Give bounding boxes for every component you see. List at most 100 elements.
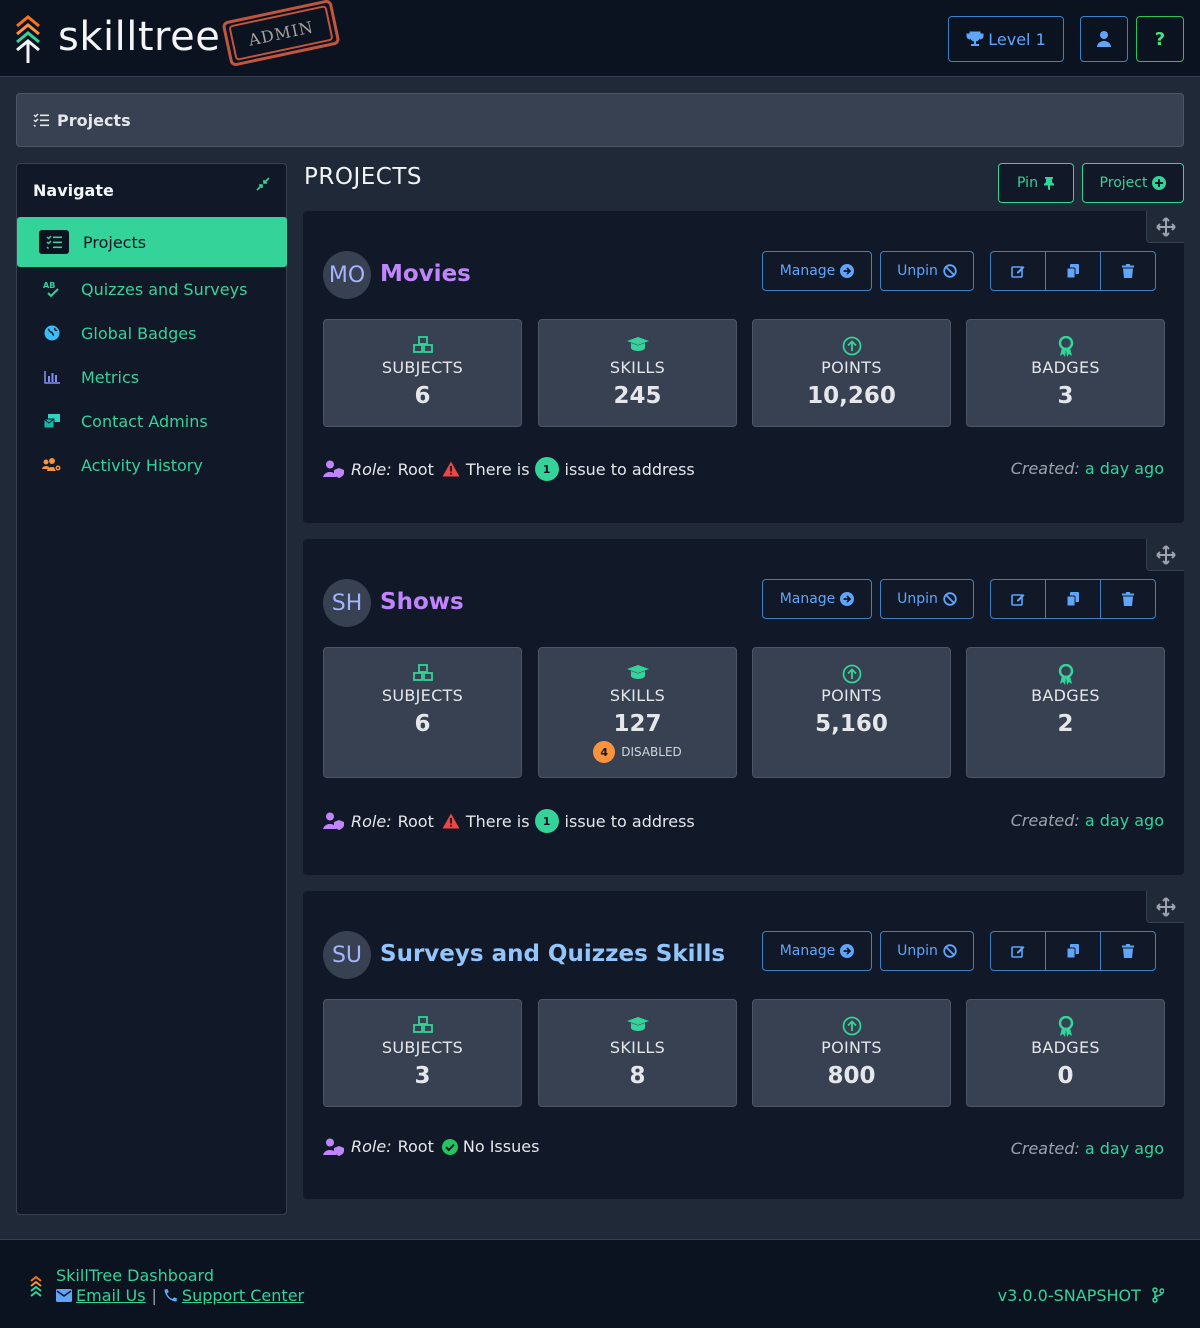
user-button[interactable] xyxy=(1080,16,1128,62)
delete-button[interactable] xyxy=(1101,580,1155,618)
unpin-button[interactable]: Unpin xyxy=(880,931,974,971)
project-name[interactable]: Movies xyxy=(380,261,471,287)
stat-label: SKILLS xyxy=(609,686,666,705)
award-icon xyxy=(967,664,1164,685)
plus-circle-icon xyxy=(1152,176,1167,190)
sidebar-item-label: Global Badges xyxy=(81,323,197,343)
copy-button[interactable] xyxy=(1046,932,1101,970)
sidebar-item-projects[interactable]: Projects xyxy=(17,217,287,267)
drag-handle-icon[interactable] xyxy=(1146,891,1184,923)
users-cog-icon xyxy=(41,454,63,476)
thumbtack-icon xyxy=(1043,177,1054,190)
drag-handle-icon[interactable] xyxy=(1146,211,1184,243)
edit-button[interactable] xyxy=(991,932,1046,970)
breadcrumb: Projects xyxy=(16,93,1184,147)
project-name[interactable]: Shows xyxy=(380,589,464,615)
spellcheck-icon: AB xyxy=(41,278,63,300)
email-us-link[interactable]: Email Us xyxy=(76,1286,146,1305)
unpin-button[interactable]: Unpin xyxy=(880,251,974,291)
user-shield-icon xyxy=(323,460,344,478)
manage-label: Manage xyxy=(779,263,836,279)
project-actions xyxy=(990,579,1156,619)
issue-count-badge[interactable]: 1 xyxy=(534,457,559,481)
manage-button[interactable]: Manage xyxy=(762,931,872,971)
issue-count-badge[interactable]: 1 xyxy=(534,809,559,833)
stat-badges: BADGES 3 xyxy=(966,319,1165,427)
pin-button[interactable]: Pin xyxy=(998,163,1074,203)
stat-skills: SKILLS 8 xyxy=(538,999,737,1107)
stat-points: POINTS 5,160 xyxy=(752,647,951,778)
copy-icon xyxy=(1067,592,1079,606)
version-text[interactable]: v3.0.0-SNAPSHOT xyxy=(998,1286,1141,1305)
stat-label: SKILLS xyxy=(609,1038,666,1057)
stat-points: POINTS 10,260 xyxy=(752,319,951,427)
mail-bulk-icon xyxy=(41,410,63,432)
created-prefix: Created: xyxy=(1010,1139,1080,1158)
manage-label: Manage xyxy=(779,591,836,607)
stat-label: POINTS xyxy=(821,358,882,377)
trophy-icon xyxy=(966,31,984,46)
manage-button[interactable]: Manage xyxy=(762,251,872,291)
sidebar-item-contact-admins[interactable]: Contact Admins xyxy=(17,399,287,443)
copy-button[interactable] xyxy=(1046,252,1101,290)
stat-value: 10,260 xyxy=(807,383,896,409)
project-role-row: Role: Root No Issues xyxy=(323,1137,539,1156)
level-button[interactable]: Level 1 xyxy=(948,16,1064,62)
stat-skills: SKILLS 245 xyxy=(538,319,737,427)
copy-icon xyxy=(1067,264,1079,278)
manage-button[interactable]: Manage xyxy=(762,579,872,619)
check-circle-icon xyxy=(441,1138,458,1155)
delete-button[interactable] xyxy=(1101,252,1155,290)
add-project-button[interactable]: Project xyxy=(1082,163,1184,203)
footer-divider: | xyxy=(151,1286,157,1305)
support-center-link[interactable]: Support Center xyxy=(182,1286,304,1305)
skilltree-logo-icon[interactable] xyxy=(14,14,42,64)
breadcrumb-projects[interactable]: Projects xyxy=(57,111,131,130)
disabled-skills: 4 DISABLED xyxy=(539,741,736,763)
cubes-icon xyxy=(324,336,521,356)
phone-icon xyxy=(164,1289,177,1302)
disabled-count-badge: 4 xyxy=(593,741,616,763)
issue-suffix: issue to address xyxy=(564,459,695,479)
created-date: Created: a day ago xyxy=(1011,459,1164,478)
role-prefix: Role: xyxy=(351,1137,392,1156)
sidebar-item-global-badges[interactable]: Global Badges xyxy=(17,311,287,355)
edit-icon xyxy=(1011,946,1025,958)
project-role-row: Role: Root There is 1 issue to address xyxy=(323,457,695,481)
project-name[interactable]: Surveys and Quizzes Skills xyxy=(380,941,725,967)
stat-value: 6 xyxy=(414,383,431,409)
graduation-cap-icon xyxy=(539,664,736,684)
help-button[interactable]: ? xyxy=(1136,16,1184,62)
footer-links: Email Us | Support Center xyxy=(56,1286,304,1305)
stat-value: 5,160 xyxy=(815,711,888,737)
graduation-cap-icon xyxy=(539,336,736,356)
created-value: a day ago xyxy=(1084,1139,1164,1158)
sidebar-item-metrics[interactable]: Metrics xyxy=(17,355,287,399)
ban-icon xyxy=(943,944,957,958)
arrow-circle-right-icon xyxy=(840,592,855,606)
logo-text[interactable]: skilltree xyxy=(58,14,220,60)
ban-icon xyxy=(943,592,957,606)
drag-handle-icon[interactable] xyxy=(1146,539,1184,571)
arrow-circle-up-icon xyxy=(753,336,950,356)
stat-value: 6 xyxy=(414,711,431,737)
role-value: Root xyxy=(397,459,434,479)
unpin-button[interactable]: Unpin xyxy=(880,579,974,619)
created-prefix: Created: xyxy=(1010,459,1080,478)
globe-icon xyxy=(41,322,63,344)
award-icon xyxy=(967,336,1164,357)
delete-button[interactable] xyxy=(1101,932,1155,970)
arrow-circle-right-icon xyxy=(840,264,855,278)
copy-button[interactable] xyxy=(1046,580,1101,618)
warning-icon xyxy=(442,461,460,477)
sidebar-item-activity-history[interactable]: Activity History xyxy=(17,443,287,487)
unpin-label: Unpin xyxy=(897,263,938,279)
sidebar-item-label: Projects xyxy=(83,232,147,252)
role-prefix: Role: xyxy=(351,459,392,479)
edit-button[interactable] xyxy=(991,580,1046,618)
edit-button[interactable] xyxy=(991,252,1046,290)
arrow-circle-up-icon xyxy=(753,1016,950,1036)
sidebar-item-quizzes[interactable]: AB Quizzes and Surveys xyxy=(17,267,287,311)
edit-icon xyxy=(1011,594,1025,606)
collapse-icon[interactable] xyxy=(255,176,271,192)
